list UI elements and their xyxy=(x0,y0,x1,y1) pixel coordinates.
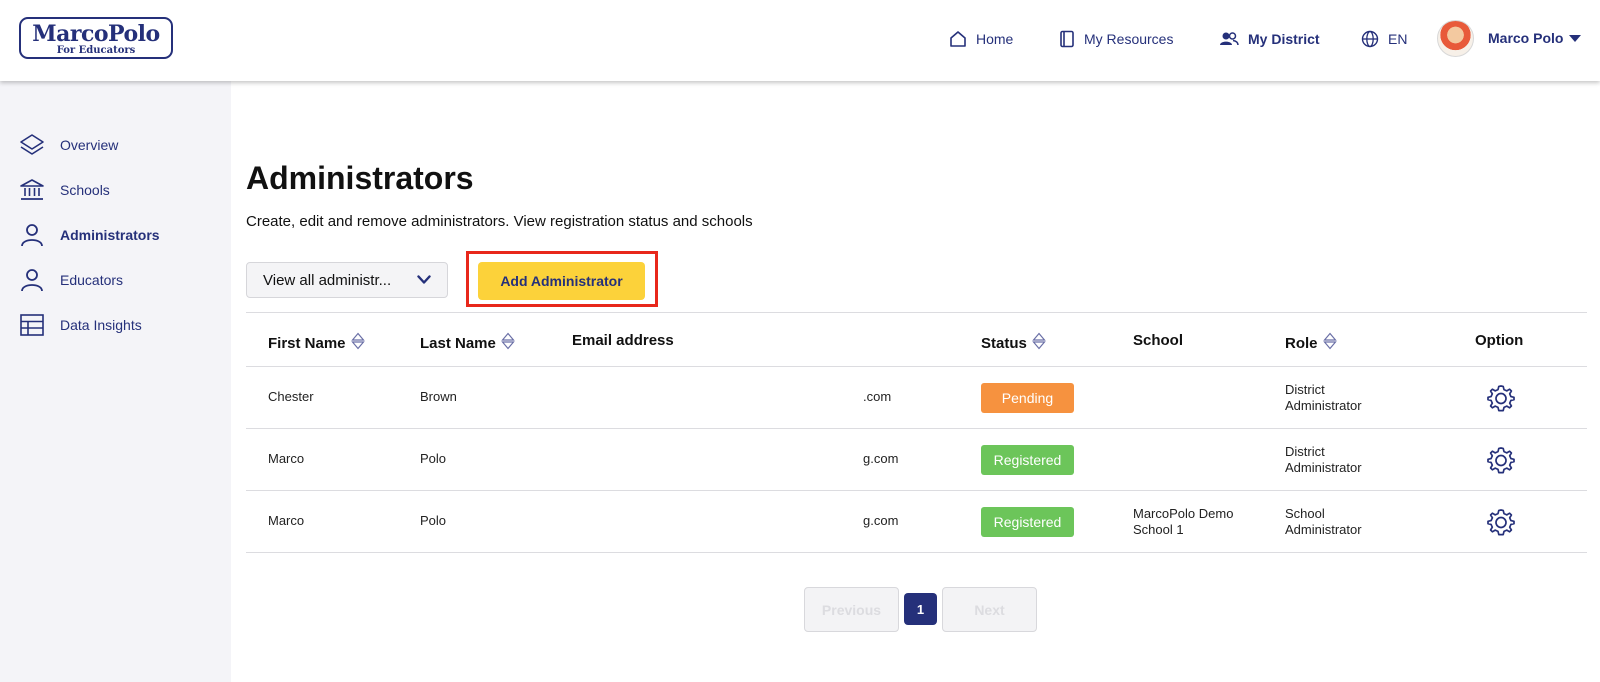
nav-my-district-label: My District xyxy=(1248,31,1320,47)
bank-icon xyxy=(18,176,46,204)
language-selector[interactable]: EN xyxy=(1361,28,1407,50)
layers-icon xyxy=(18,131,46,159)
logo-wordmark: MarcoPolo xyxy=(32,21,160,47)
sidebar: Overview Schools Administrators Educator… xyxy=(0,81,231,682)
user-name-label: Marco Polo xyxy=(1488,30,1564,46)
column-header-label: School xyxy=(1133,332,1184,349)
sort-icon[interactable] xyxy=(350,332,365,354)
pagination-previous-button[interactable]: Previous xyxy=(804,587,899,632)
gear-icon[interactable] xyxy=(1486,445,1516,475)
cell-role: District Administrator xyxy=(1285,444,1362,476)
table-divider xyxy=(246,490,1587,491)
sidebar-item-label: Educators xyxy=(60,272,124,288)
cell-role-line-2: Administrator xyxy=(1285,398,1362,413)
table-divider xyxy=(246,366,1587,367)
table-divider xyxy=(246,428,1587,429)
nav-my-district[interactable]: My District xyxy=(1219,28,1320,50)
cell-email: g.com xyxy=(863,451,899,466)
cell-first-name: Marco xyxy=(268,451,305,466)
globe-icon xyxy=(1361,30,1379,48)
status-badge-registered: Registered xyxy=(981,445,1074,475)
language-label: EN xyxy=(1388,31,1408,47)
column-header-label: Option xyxy=(1475,332,1524,349)
marcopolo-logo[interactable]: MarcoPolo For Educators xyxy=(19,17,173,59)
column-header-label: Email address xyxy=(572,332,674,349)
sidebar-item-educators[interactable]: Educators xyxy=(18,266,123,294)
sidebar-item-label: Data Insights xyxy=(60,317,142,333)
avatar[interactable] xyxy=(1437,20,1474,57)
gear-icon[interactable] xyxy=(1486,383,1516,413)
cell-role: District Administrator xyxy=(1285,382,1362,414)
cell-first-name: Chester xyxy=(268,389,314,404)
cell-role: School Administrator xyxy=(1285,506,1362,538)
pagination-page-1[interactable]: 1 xyxy=(904,593,937,625)
status-badge-pending: Pending xyxy=(981,383,1074,413)
column-header-first-name[interactable]: First Name xyxy=(268,332,365,354)
nav-home[interactable]: Home xyxy=(949,28,1013,50)
cell-role-line-2: Administrator xyxy=(1285,460,1362,475)
sort-icon[interactable] xyxy=(501,332,515,354)
sidebar-item-label: Schools xyxy=(60,182,110,198)
sidebar-item-label: Administrators xyxy=(60,227,160,243)
column-header-role[interactable]: Role xyxy=(1285,332,1337,354)
chevron-down-icon xyxy=(1569,34,1582,42)
column-header-last-name[interactable]: Last Name xyxy=(420,332,515,354)
book-icon xyxy=(1059,30,1075,48)
cell-last-name: Polo xyxy=(420,513,447,528)
cell-last-name: Brown xyxy=(420,389,457,404)
column-header-email: Email address xyxy=(572,332,674,349)
cell-first-name: Marco xyxy=(268,513,305,528)
filter-selected-label: View all administr... xyxy=(263,271,392,289)
top-header: MarcoPolo For Educators Home My Resource… xyxy=(0,0,1600,81)
table-divider xyxy=(246,552,1587,553)
logo-tagline: For Educators xyxy=(56,45,136,56)
cell-last-name: Polo xyxy=(420,451,447,466)
table-icon xyxy=(18,311,46,339)
sidebar-item-schools[interactable]: Schools xyxy=(18,176,110,204)
sort-icon[interactable] xyxy=(1032,332,1046,354)
sidebar-item-data-insights[interactable]: Data Insights xyxy=(18,311,142,339)
nav-my-resources-label: My Resources xyxy=(1084,31,1174,47)
column-header-status[interactable]: Status xyxy=(981,332,1046,354)
add-administrator-button[interactable]: Add Administrator xyxy=(478,262,645,300)
page-title: Administrators xyxy=(246,160,474,196)
column-header-label: Status xyxy=(981,334,1027,352)
chevron-down-icon xyxy=(417,272,431,289)
cell-email: g.com xyxy=(863,513,899,528)
home-icon xyxy=(949,30,967,48)
sidebar-item-administrators[interactable]: Administrators xyxy=(18,221,160,249)
user-icon xyxy=(18,266,46,294)
gear-icon[interactable] xyxy=(1486,507,1516,537)
cell-school-line-2: School 1 xyxy=(1133,522,1184,537)
administrator-filter-select[interactable]: View all administr... xyxy=(246,262,448,298)
column-header-option: Option xyxy=(1475,332,1523,349)
sidebar-item-overview[interactable]: Overview xyxy=(18,131,118,159)
user-icon xyxy=(18,221,46,249)
user-menu[interactable]: Marco Polo xyxy=(1488,30,1582,46)
page-subtitle: Create, edit and remove administrators. … xyxy=(246,213,753,230)
column-header-label: First Name xyxy=(268,334,346,352)
table-divider xyxy=(246,312,1587,313)
cell-email: .com xyxy=(863,389,892,404)
column-header-school: School xyxy=(1133,332,1183,349)
nav-home-label: Home xyxy=(976,31,1014,47)
cell-role-line-1: District xyxy=(1285,444,1325,459)
cell-role-line-1: School xyxy=(1285,506,1325,521)
cell-role-line-2: Administrator xyxy=(1285,522,1362,537)
cell-role-line-1: District xyxy=(1285,382,1325,397)
pagination-next-button[interactable]: Next xyxy=(942,587,1037,632)
column-header-label: Last Name xyxy=(420,334,496,352)
cell-school: MarcoPolo Demo School 1 xyxy=(1133,506,1233,538)
users-icon xyxy=(1219,30,1239,48)
sidebar-item-label: Overview xyxy=(60,137,119,153)
column-header-label: Role xyxy=(1285,334,1318,352)
cell-school-line-1: MarcoPolo Demo xyxy=(1133,506,1234,521)
nav-my-resources[interactable]: My Resources xyxy=(1059,28,1173,50)
sort-icon[interactable] xyxy=(1322,332,1337,354)
status-badge-registered: Registered xyxy=(981,507,1074,537)
